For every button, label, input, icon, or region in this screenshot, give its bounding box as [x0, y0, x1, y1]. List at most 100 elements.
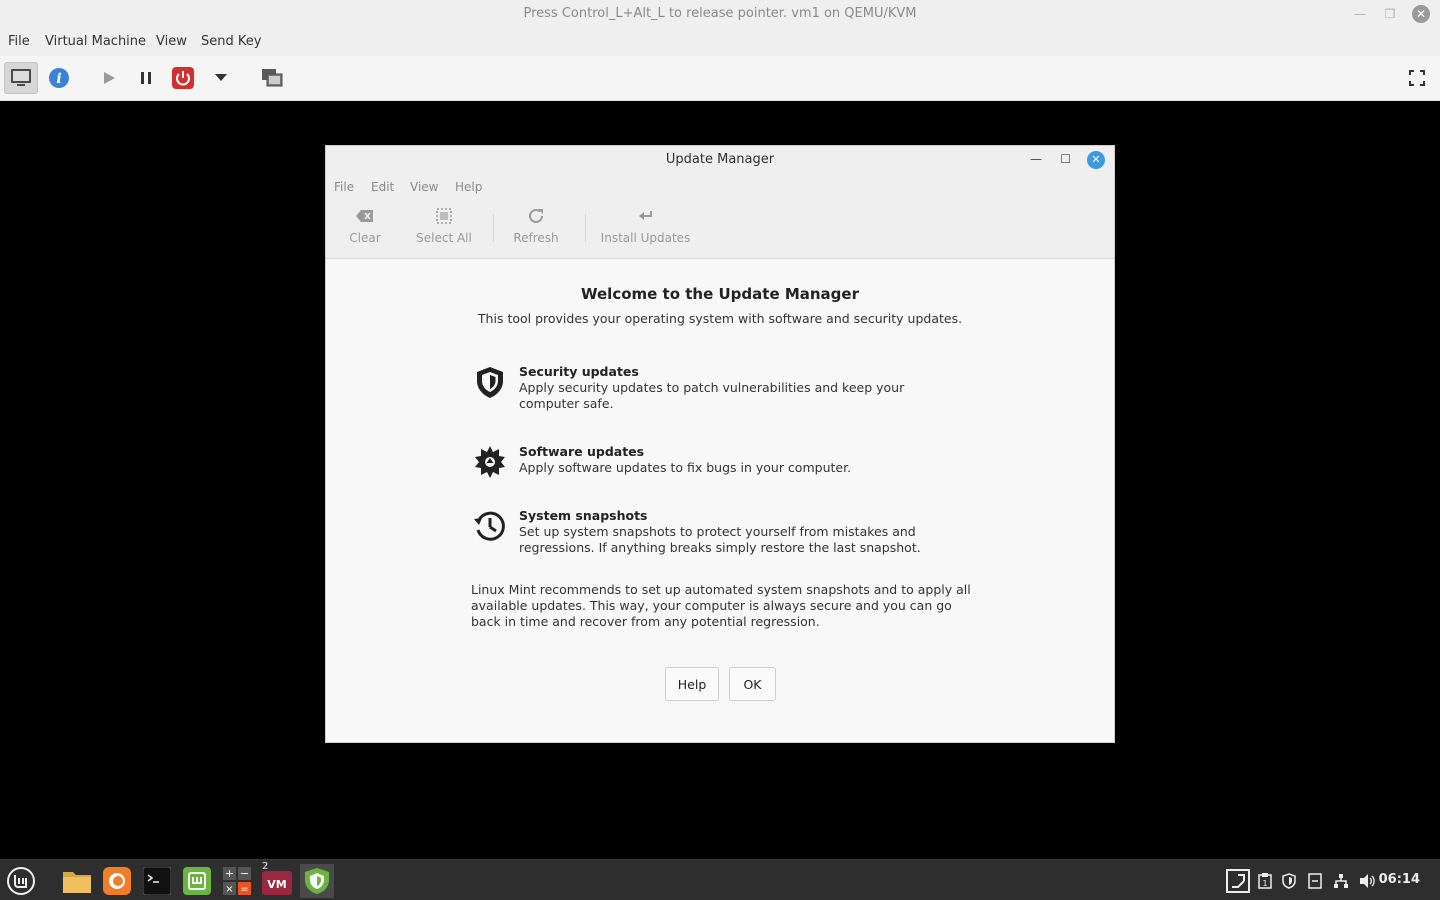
close-button[interactable]: ✕	[1412, 5, 1430, 23]
fullscreen-button[interactable]	[1400, 62, 1434, 94]
host-menubar: File Virtual Machine View Send Key	[0, 28, 1440, 56]
menu-send-key[interactable]: Send Key	[201, 34, 261, 49]
maximize-button[interactable]: ❐	[1380, 4, 1400, 24]
host-toolbar: i	[0, 56, 1440, 101]
window-count-badge: 2	[262, 861, 269, 872]
mintinstall-launcher[interactable]	[180, 864, 214, 898]
dialog-close-button[interactable]: ✕	[1087, 151, 1105, 169]
shutdown-button[interactable]	[166, 62, 200, 94]
select-all-button[interactable]: Select All	[413, 206, 475, 245]
notes-tray-icon[interactable]	[1306, 872, 1324, 890]
volume-icon	[1360, 874, 1375, 888]
dialog-menu-view[interactable]: View	[410, 180, 438, 194]
power-icon	[172, 67, 194, 89]
refresh-icon	[529, 208, 543, 223]
feature-title: Software updates	[519, 444, 645, 459]
network-tray-icon[interactable]	[1332, 872, 1350, 890]
select-all-label: Select All	[416, 231, 472, 245]
notes-icon	[1308, 873, 1322, 889]
host-window-title: Press Control_L+Alt_L to release pointer…	[523, 6, 917, 21]
feature-description: Set up system snapshots to protect yours…	[519, 524, 921, 555]
gear-icon	[475, 446, 505, 478]
install-updates-label: Install Updates	[600, 231, 691, 245]
dialog-minimize-button[interactable]: —	[1030, 152, 1042, 166]
clipboard-icon: 1	[1258, 873, 1272, 889]
clear-button[interactable]: Clear	[344, 206, 386, 245]
update-manager-window: Update Manager — ☐ ✕ File Edit View Help…	[325, 145, 1115, 743]
virt-manager-launcher[interactable]: VM 2	[260, 861, 294, 898]
taskbar-clock[interactable]: 06:14	[1379, 872, 1420, 887]
calculator-launcher[interactable]: + − × =	[220, 864, 254, 898]
volume-tray-icon[interactable]	[1358, 872, 1376, 890]
install-updates-button[interactable]: Install Updates	[598, 206, 693, 245]
shield-icon	[477, 367, 503, 398]
refresh-button[interactable]: Refresh	[511, 206, 561, 245]
svg-text:−: −	[240, 867, 249, 880]
svg-text:=: =	[240, 884, 248, 895]
update-manager-launcher[interactable]	[300, 864, 334, 898]
console-view-button[interactable]	[4, 62, 38, 94]
welcome-title: Welcome to the Update Manager	[581, 285, 859, 303]
workspace-switcher[interactable]	[1226, 869, 1250, 893]
feature-description: Apply software updates to fix bugs in yo…	[519, 460, 852, 475]
ok-button[interactable]: OK	[729, 667, 776, 701]
enter-icon	[638, 211, 652, 220]
dialog-titlebar: Update Manager — ☐ ✕	[326, 146, 1114, 174]
dialog-menu-help[interactable]: Help	[455, 180, 482, 194]
menu-file[interactable]: File	[8, 34, 30, 49]
welcome-panel: Welcome to the Update Manager This tool …	[326, 259, 1114, 742]
terminal-icon	[143, 867, 171, 895]
workspace-icon	[1226, 869, 1250, 893]
play-icon	[104, 72, 115, 84]
dialog-toolbar: Clear Select All Refresh Install Updates	[326, 200, 1114, 259]
dialog-maximize-button[interactable]: ☐	[1060, 152, 1071, 166]
refresh-label: Refresh	[513, 231, 559, 245]
svg-text:i: i	[56, 71, 61, 87]
feature-title: Security updates	[519, 364, 639, 379]
menu-view[interactable]: View	[156, 34, 187, 49]
pause-button[interactable]	[129, 62, 163, 94]
history-icon	[474, 511, 505, 541]
help-button[interactable]: Help	[665, 667, 719, 701]
mint-logo-icon	[7, 867, 35, 895]
toolbar-separator	[585, 214, 586, 242]
clear-icon	[356, 210, 373, 222]
select-all-icon	[436, 208, 452, 224]
taskbar: + − × = VM 2 1 06:14	[0, 859, 1440, 900]
svg-text:+: +	[225, 867, 234, 880]
firefox-launcher[interactable]	[100, 864, 134, 898]
snapshots-icon	[262, 69, 283, 87]
feature-title: System snapshots	[519, 508, 648, 523]
svg-text:1: 1	[1262, 879, 1267, 888]
network-icon	[1334, 874, 1348, 888]
snapshots-button[interactable]	[255, 62, 289, 94]
dialog-menubar: File Edit View Help	[326, 174, 1114, 200]
dialog-menu-file[interactable]: File	[334, 180, 354, 194]
shield-tray-icon	[1282, 873, 1296, 889]
svg-text:×: ×	[225, 884, 233, 895]
dropdown-icon	[215, 74, 227, 81]
folder-icon	[63, 872, 91, 893]
info-icon: i	[49, 68, 69, 88]
update-tray-icon[interactable]	[1280, 872, 1298, 890]
toolbar-separator	[493, 214, 494, 242]
host-titlebar: Press Control_L+Alt_L to release pointer…	[0, 0, 1440, 28]
clear-label: Clear	[349, 231, 381, 245]
fullscreen-icon	[1409, 70, 1425, 86]
menu-virtual-machine[interactable]: Virtual Machine	[45, 34, 146, 49]
svg-text:VM: VM	[267, 878, 286, 891]
software-manager-icon	[183, 867, 211, 895]
mint-menu-button[interactable]	[4, 864, 38, 898]
files-launcher[interactable]	[60, 864, 94, 898]
dialog-menu-edit[interactable]: Edit	[371, 180, 394, 194]
shutdown-menu-button[interactable]	[204, 62, 238, 94]
details-view-button[interactable]: i	[42, 62, 76, 94]
dialog-title: Update Manager	[665, 152, 775, 167]
recommendation-text: Linux Mint recommends to set up automate…	[471, 582, 971, 629]
minimize-button[interactable]: —	[1350, 4, 1370, 24]
run-button[interactable]	[92, 62, 126, 94]
pause-icon	[141, 72, 151, 84]
firefox-icon	[103, 867, 131, 895]
clipboard-tray-icon[interactable]: 1	[1256, 872, 1274, 890]
terminal-launcher[interactable]	[140, 864, 174, 898]
